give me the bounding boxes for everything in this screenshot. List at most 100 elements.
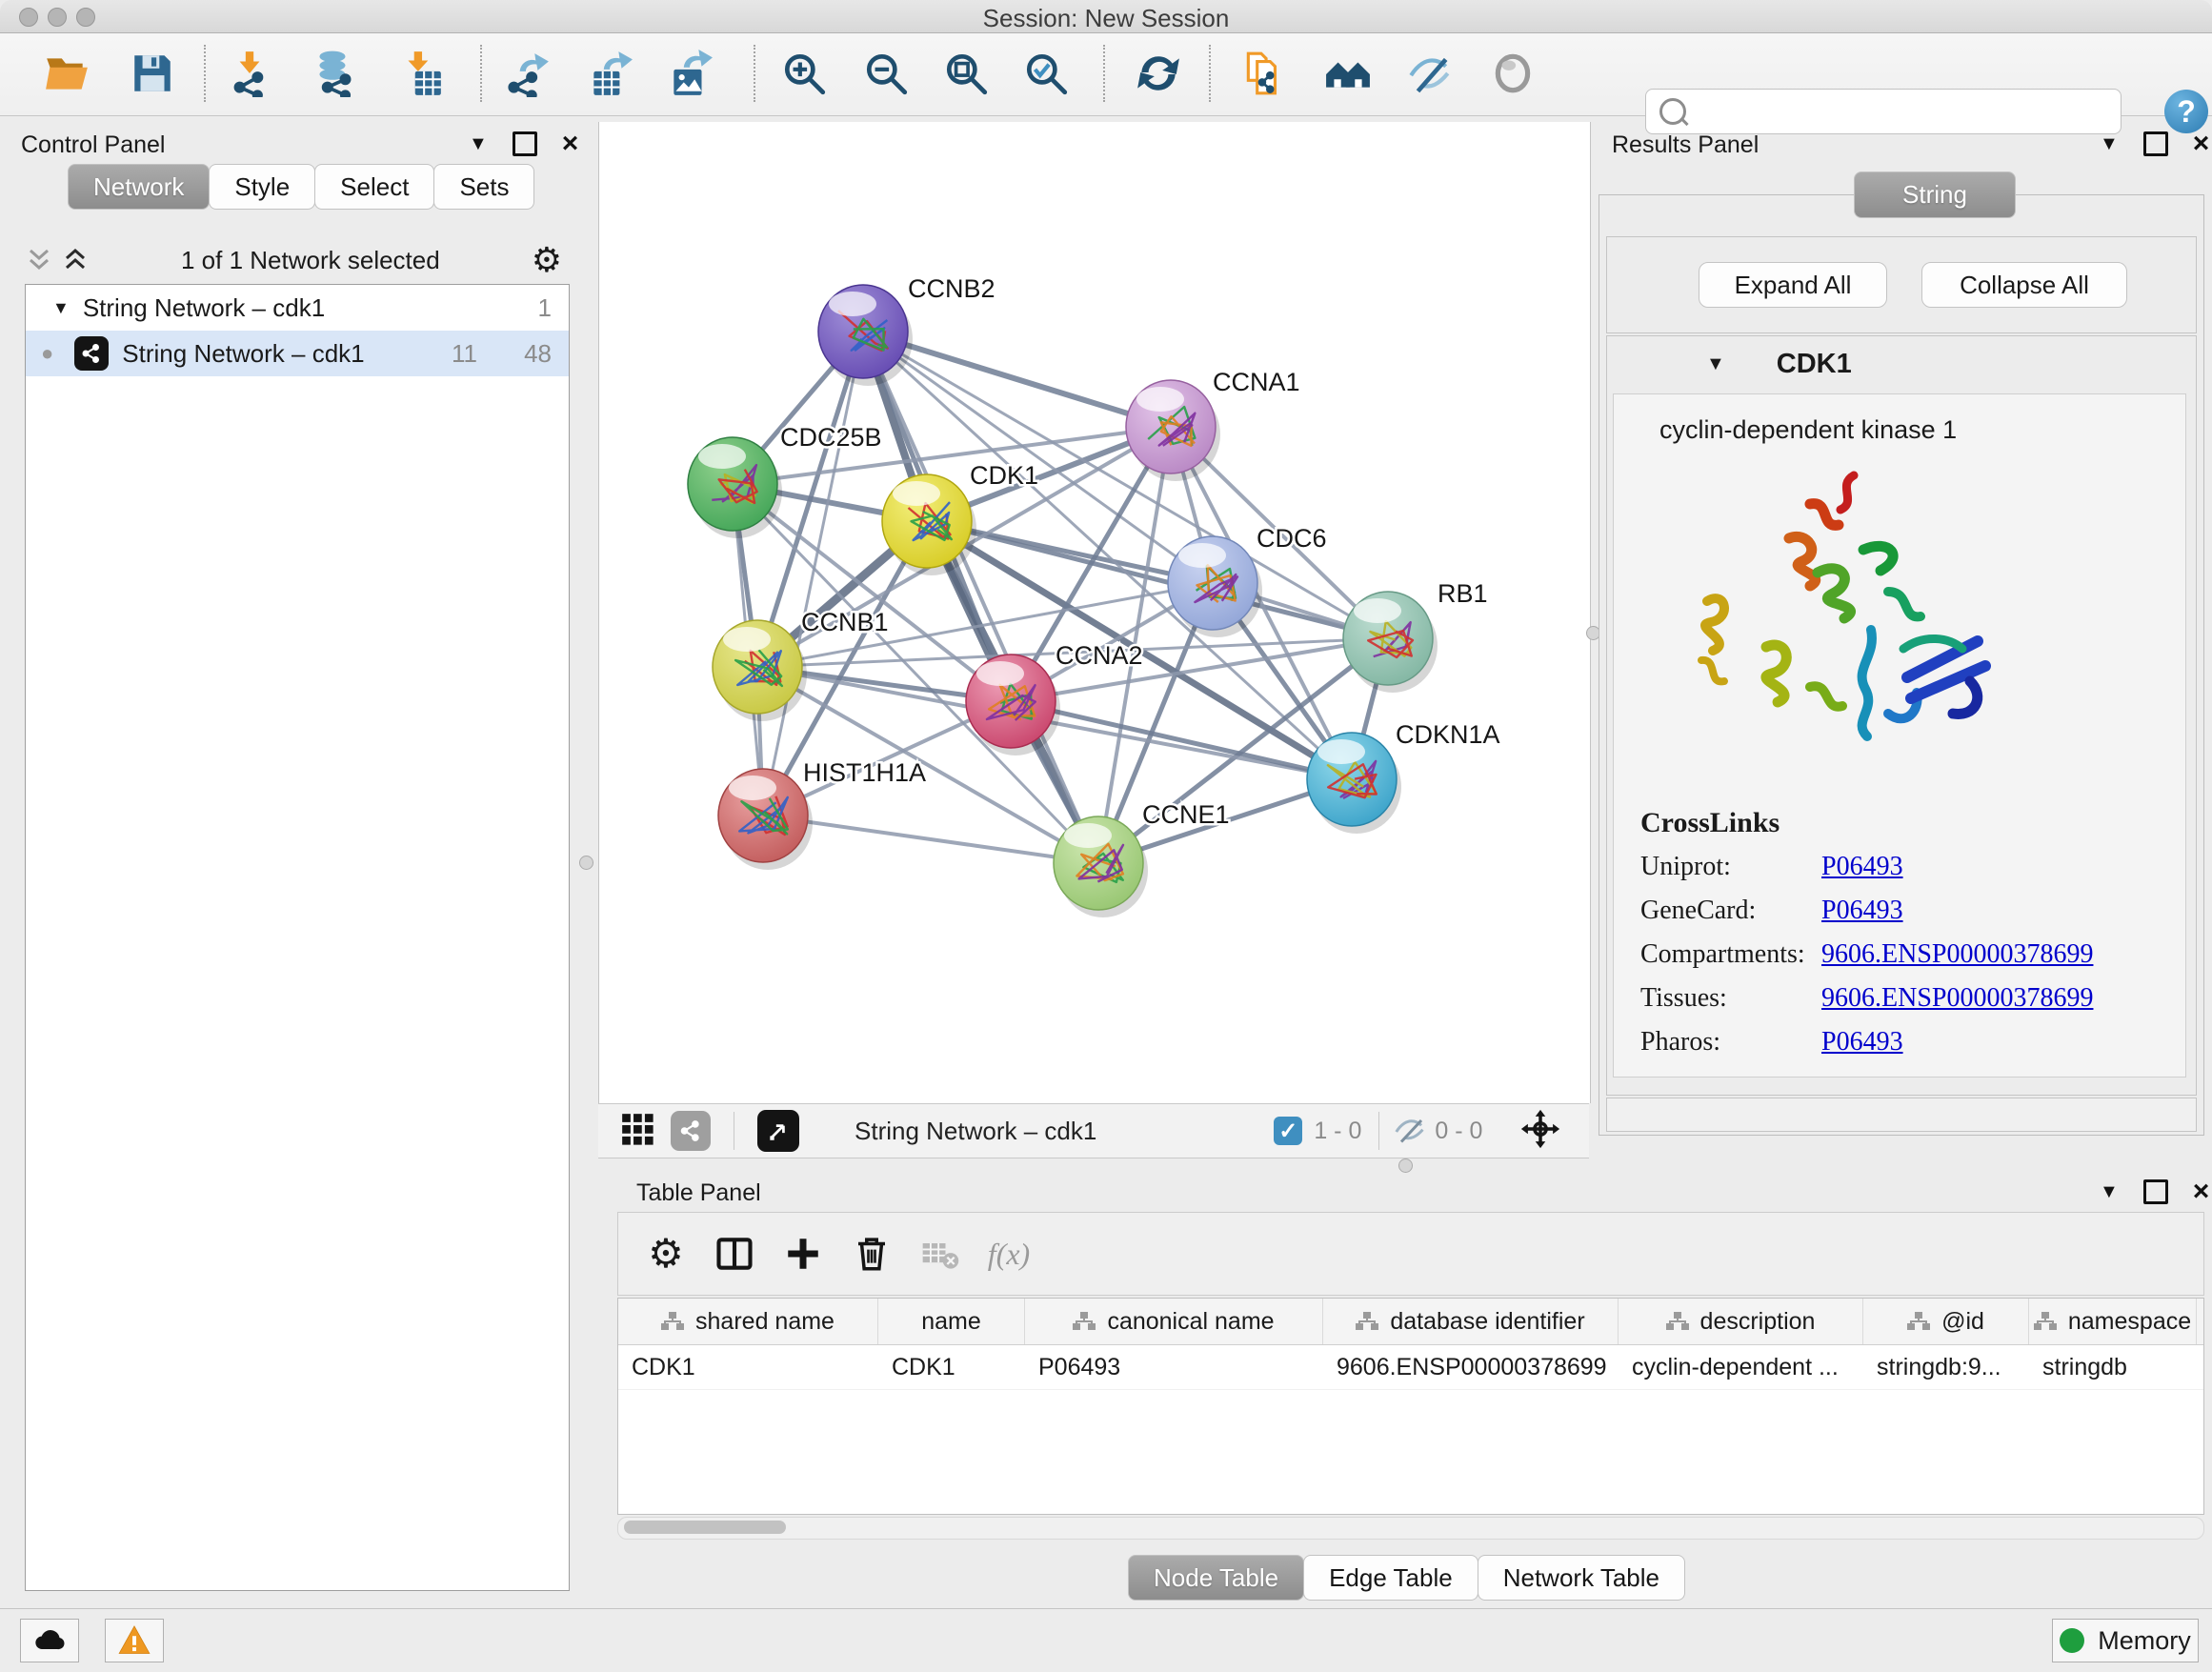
network-node-ccnb2[interactable]: CCNB2 xyxy=(818,274,995,386)
save-session-button[interactable] xyxy=(122,43,183,104)
network-node-cdc25b[interactable]: CDC25B xyxy=(688,423,882,538)
birdseye-view-icon[interactable] xyxy=(757,1110,799,1152)
table-horizontal-scrollbar[interactable] xyxy=(617,1517,2204,1540)
tab-sets[interactable]: Sets xyxy=(433,164,534,210)
houses-icon xyxy=(1324,50,1372,97)
panel-close-icon[interactable]: × xyxy=(562,134,579,153)
node-label: HIST1H1A xyxy=(803,758,926,787)
node-label: CCNA1 xyxy=(1213,368,1300,396)
entry-header[interactable]: ▼ CDK1 xyxy=(1607,336,2196,392)
table-toolbar: ⚙ f(x) xyxy=(617,1212,2204,1296)
network-node-ccna2[interactable]: CCNA2 xyxy=(966,641,1143,755)
delete-column-trash-icon[interactable] xyxy=(837,1225,906,1282)
column-header--id[interactable]: @id xyxy=(1863,1299,2029,1344)
import-network-database-button[interactable] xyxy=(303,43,364,104)
new-network-from-selection-button[interactable] xyxy=(1234,43,1295,104)
network-node-hist1h1a[interactable]: HIST1H1A xyxy=(718,758,926,870)
network-graph[interactable]: CCNB2CCNA1CDC25BCDK1CDC6RB1CCNB1CCNA2CDK… xyxy=(599,122,1590,1101)
show-columns-icon[interactable] xyxy=(700,1225,769,1282)
cloud-button[interactable] xyxy=(20,1619,79,1662)
crosslink-link[interactable]: P06493 xyxy=(1821,1027,1903,1058)
panel-menu-icon[interactable]: ▼ xyxy=(469,133,488,155)
export-table-icon xyxy=(586,50,633,97)
tab-network-table[interactable]: Network Table xyxy=(1478,1555,1685,1601)
zoom-out-button[interactable] xyxy=(855,43,916,104)
eye-button[interactable] xyxy=(1482,43,1543,104)
warnings-button[interactable] xyxy=(105,1619,164,1662)
export-image-button[interactable] xyxy=(659,43,720,104)
export-table-button[interactable] xyxy=(579,43,640,104)
search-input[interactable] xyxy=(1694,97,2121,126)
hide-selection-button[interactable] xyxy=(1399,43,1460,104)
column-header-name[interactable]: name xyxy=(878,1299,1025,1344)
tab-string[interactable]: String xyxy=(1854,171,2016,218)
panel-float-icon[interactable] xyxy=(2143,1179,2168,1204)
open-session-button[interactable] xyxy=(36,43,97,104)
entry-expander-icon[interactable]: ▼ xyxy=(1706,353,1725,375)
network-node-rb1[interactable]: RB1 xyxy=(1343,579,1488,693)
expand-all-button[interactable]: Expand All xyxy=(1699,262,1887,308)
results-entry: ▼ CDK1 cyclin-dependent kinase 1 xyxy=(1606,335,2197,1096)
import-table-file-button[interactable] xyxy=(391,43,452,104)
zoom-selected-button[interactable] xyxy=(1016,43,1076,104)
grid-view-icon[interactable] xyxy=(619,1111,655,1152)
splitter-grip[interactable] xyxy=(1398,1158,1413,1173)
network-collection-row[interactable]: ▼ String Network – cdk1 1 xyxy=(26,285,569,331)
network-node-ccnb1[interactable]: CCNB1 xyxy=(713,608,889,721)
column-header-namespace[interactable]: namespace xyxy=(2029,1299,2197,1344)
create-column-plus-icon[interactable] xyxy=(769,1225,837,1282)
collapse-all-button[interactable]: Collapse All xyxy=(1921,262,2127,308)
function-builder-icon[interactable]: f(x) xyxy=(975,1225,1043,1282)
table-options-gear-icon[interactable]: ⚙ xyxy=(632,1225,700,1282)
crosslink-link[interactable]: P06493 xyxy=(1821,852,1903,882)
table-row[interactable]: CDK1CDK1P064939606.ENSP00000378699cyclin… xyxy=(618,1345,2203,1390)
results-panel-window-controls: ▼ × xyxy=(2100,131,2209,156)
column-header-canonical-name[interactable]: canonical name xyxy=(1025,1299,1323,1344)
memory-button[interactable]: Memory xyxy=(2052,1619,2199,1662)
panel-close-icon[interactable]: × xyxy=(2193,1182,2210,1201)
panel-close-icon[interactable]: × xyxy=(2193,134,2210,153)
tab-select[interactable]: Select xyxy=(314,164,434,210)
network-node-ccna1[interactable]: CCNA1 xyxy=(1126,368,1300,481)
network-canvas[interactable]: CCNB2CCNA1CDC25BCDK1CDC6RB1CCNB1CCNA2CDK… xyxy=(598,122,1591,1103)
expand-all-icon[interactable] xyxy=(61,246,90,274)
crosslink-link[interactable]: 9606.ENSP00000378699 xyxy=(1821,983,2093,1014)
zoom-in-button[interactable] xyxy=(774,43,835,104)
network-node-cdkn1a[interactable]: CDKN1A xyxy=(1307,720,1500,834)
splitter-grip[interactable] xyxy=(579,856,593,870)
tab-network[interactable]: Network xyxy=(68,164,210,210)
crosslink-link[interactable]: 9606.ENSP00000378699 xyxy=(1821,939,2093,970)
tab-style[interactable]: Style xyxy=(209,164,315,210)
pan-crosshair-icon[interactable] xyxy=(1520,1109,1560,1154)
network-edge[interactable] xyxy=(1011,701,1352,779)
network-edge[interactable] xyxy=(763,816,1098,863)
scrollbar-thumb[interactable] xyxy=(624,1521,786,1534)
selected-checkbox-icon[interactable]: ✓ xyxy=(1274,1117,1302,1145)
column-header-shared-name[interactable]: shared name xyxy=(618,1299,878,1344)
collapse-all-icon[interactable] xyxy=(25,246,53,274)
network-row[interactable]: ● String Network – cdk1 11 48 xyxy=(26,331,569,376)
column-header-description[interactable]: description xyxy=(1619,1299,1863,1344)
apply-layout-button[interactable] xyxy=(1128,43,1189,104)
crosslink-link[interactable]: P06493 xyxy=(1821,896,1903,926)
import-network-file-button[interactable] xyxy=(219,43,280,104)
share-view-icon[interactable] xyxy=(671,1111,711,1151)
column-header-database-identifier[interactable]: database identifier xyxy=(1323,1299,1619,1344)
panel-float-icon[interactable] xyxy=(513,131,537,156)
export-network-button[interactable] xyxy=(497,43,558,104)
crosslinks-title: CrossLinks xyxy=(1640,807,2185,839)
zoom-fit-button[interactable] xyxy=(935,43,996,104)
control-panel-title: Control Panel xyxy=(21,131,165,159)
network-list-options-gear-icon[interactable]: ⚙ xyxy=(532,243,562,277)
network-selection-status: 1 of 1 Network selected xyxy=(90,246,532,275)
tab-node-table[interactable]: Node Table xyxy=(1128,1555,1304,1601)
panel-float-icon[interactable] xyxy=(2143,131,2168,156)
tab-edge-table[interactable]: Edge Table xyxy=(1303,1555,1478,1601)
node-table[interactable]: shared namenamecanonical namedatabase id… xyxy=(617,1298,2204,1515)
collection-expander-icon[interactable]: ▼ xyxy=(52,298,70,318)
houses-button[interactable] xyxy=(1317,43,1378,104)
network-node-cdc6[interactable]: CDC6 xyxy=(1168,524,1327,637)
delete-table-icon[interactable] xyxy=(906,1225,975,1282)
panel-menu-icon[interactable]: ▼ xyxy=(2100,133,2119,155)
panel-menu-icon[interactable]: ▼ xyxy=(2100,1181,2119,1203)
